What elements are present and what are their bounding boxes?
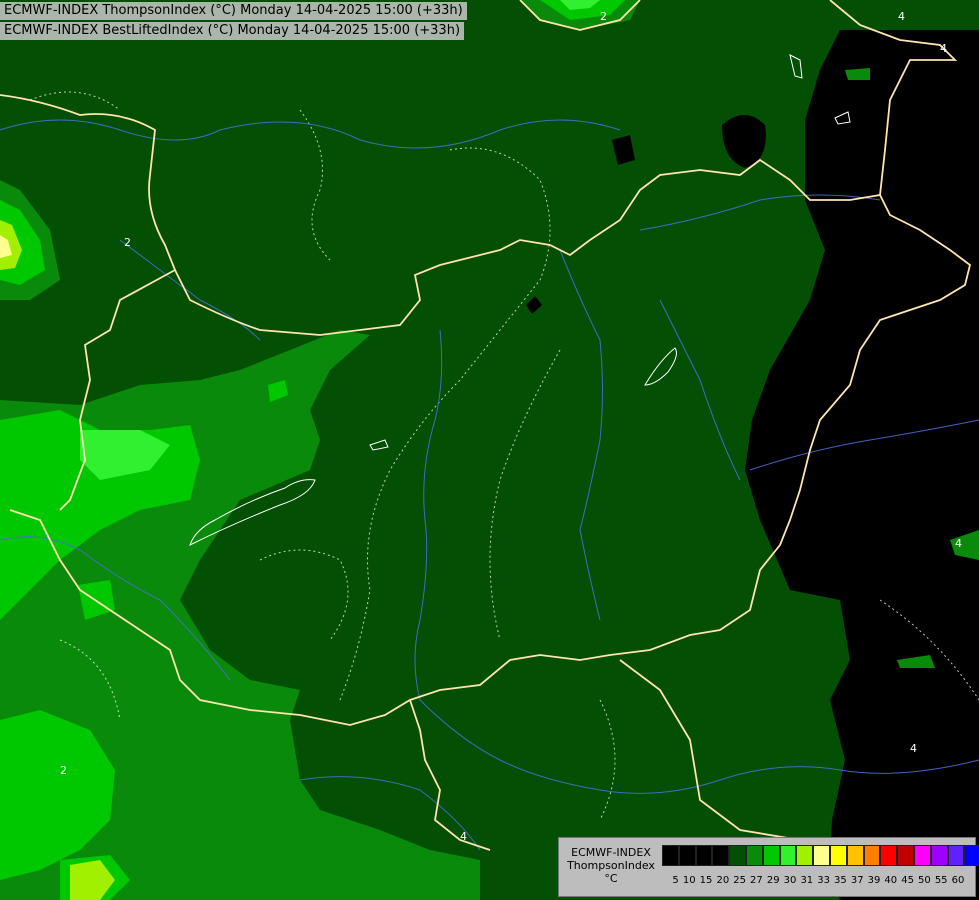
legend-swatch [880,845,898,866]
contour-label: 2 [60,764,67,777]
legend-swatch [662,845,679,866]
legend-tick-label: 31 [800,875,814,886]
contour-label: 4 [955,537,962,550]
legend-tick-label: 10 [682,875,696,886]
contour-label: 4 [910,742,917,755]
legend: ECMWF-INDEX ThompsonIndex °C 5 10 15 20 25 27… [558,837,979,897]
legend-tick-label: 15 [699,875,713,886]
legend-line2: ThompsonIndex [567,859,655,872]
legend-swatch [897,845,914,866]
legend-color-bar [662,845,979,866]
legend-tick-label: 30 [783,875,797,886]
legend-tick-label: 20 [716,875,730,886]
contour-label: 2 [600,10,607,23]
legend-tick-label: 29 [766,875,780,886]
header-title-thompson: ECMWF-INDEX ThompsonIndex (°C) Monday 14… [0,2,467,20]
legend-label: ECMWF-INDEX ThompsonIndex °C [563,846,659,885]
legend-swatch [964,845,979,866]
legend-swatch [913,845,931,866]
legend-ticks: 5 10 15 20 25 27 29 30 31 33 35 37 39 40 45 50 55 60 [662,875,964,889]
legend-swatch [796,845,814,866]
legend-tick-label: 50 [918,875,931,886]
contour-label: 4 [460,830,467,843]
legend-swatch [779,845,797,866]
legend-tick-label: 37 [850,875,864,886]
legend-tick-label: 39 [867,875,881,886]
legend-swatch [947,845,965,866]
legend-tick-label: 45 [901,875,914,886]
legend-line1: ECMWF-INDEX [571,846,651,859]
legend-swatch [930,845,948,866]
legend-swatch [678,845,696,866]
legend-tick-label: 25 [733,875,746,886]
legend-tick-label: 55 [934,875,948,886]
legend-tick-label: 33 [817,875,830,886]
header-title-bestlifted: ECMWF-INDEX BestLiftedIndex (°C) Monday … [0,22,465,40]
legend-swatch [829,845,847,866]
legend-swatch [863,845,881,866]
legend-line3: °C [604,872,618,885]
contour-label: 2 [124,236,131,249]
legend-swatch [712,845,730,866]
contour-label: 4 [940,42,947,55]
legend-tick-label: 60 [951,875,965,886]
legend-tick-label: 40 [884,875,898,886]
contour-label: 4 [898,10,905,23]
legend-swatch [695,845,713,866]
legend-swatch [762,845,780,866]
forecast-map: 2 2 4 4 4 2 4 4 [0,0,979,900]
legend-swatch [729,845,746,866]
legend-tick-label: 5 [672,875,679,886]
legend-tick-label: 35 [834,875,847,886]
legend-swatch [813,845,830,866]
legend-tick-label: 27 [750,875,763,886]
green-patch-east-3 [845,68,870,80]
legend-swatch [846,845,864,866]
legend-swatch [745,845,763,866]
